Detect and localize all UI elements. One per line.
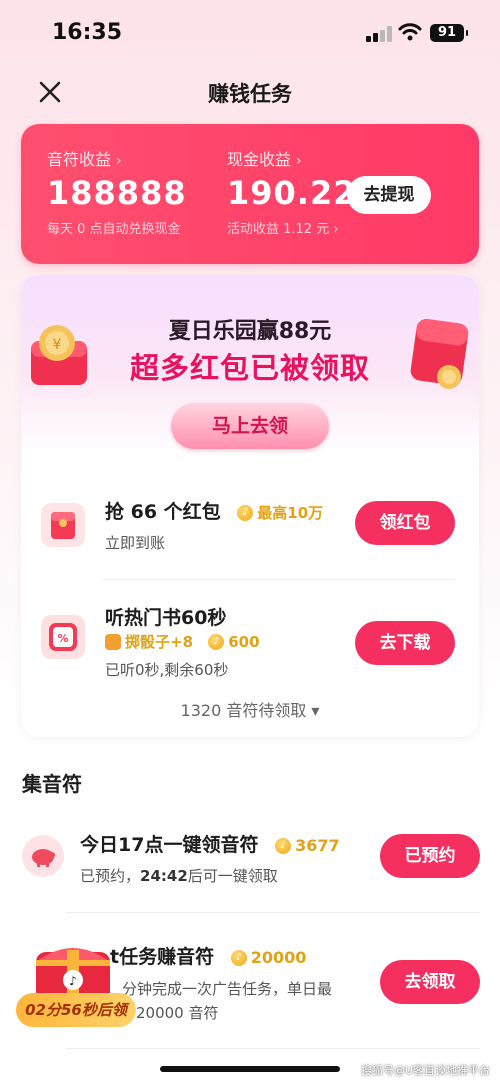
note-earnings-hint: 每天 0 点自动兑换现金 — [47, 222, 181, 237]
task-row: % 听热门书60秒 掷骰子+8 ♪ 600 已听0秒,剩余60秒 去下载 — [21, 585, 479, 695]
music-note-icon: ♪ — [230, 949, 247, 966]
book-app-icon: % — [41, 615, 85, 659]
list-item-subtitle: 分钟完成一次广告任务，单日最 — [122, 980, 333, 998]
divider — [66, 912, 480, 913]
note-earnings[interactable]: 音符收益 › 188888 每天 0 点自动兑换现金 — [47, 146, 187, 237]
earnings-card: 音符收益 › 188888 每天 0 点自动兑换现金 现金收益 › 190.22 活… — [21, 124, 479, 264]
note-earnings-label: 音符收益 — [47, 150, 112, 169]
pending-notes-toggle[interactable]: 1320 音符待领取 ▾ — [21, 697, 479, 721]
dice-icon — [105, 633, 121, 650]
clock: 16:35 — [52, 20, 123, 45]
promo-banner[interactable]: ¥ 夏日乐园赢88元 超多红包已被领取 马上去领 — [21, 275, 479, 455]
page-title: 赚钱任务 — [208, 82, 292, 106]
download-button[interactable]: 去下载 — [355, 621, 455, 665]
section-title: 集音符 — [22, 772, 82, 796]
red-packet-icon — [41, 503, 85, 547]
countdown-timer[interactable]: 02分56秒后领 — [16, 993, 136, 1027]
watermark: 搜狐号@U客直谈地推平台 — [360, 1064, 490, 1077]
cash-earnings-label: 现金收益 — [227, 150, 292, 169]
list-item-title: 今日17点一键领音符 ♪ 3677 — [80, 834, 340, 856]
list-item-subtitle: 已预约，24:42后可一键领取 — [80, 867, 278, 885]
reward-badge: ♪ 3677 — [275, 836, 340, 855]
task-title: 听热门书60秒 — [105, 607, 227, 629]
note-earnings-value: 188888 — [47, 174, 187, 212]
music-note-icon: ♪ — [208, 633, 225, 650]
cash-earnings[interactable]: 现金收益 › 190.22 活动收益 1.12 元 › — [227, 146, 356, 237]
music-note-icon: ♪ — [237, 504, 254, 521]
music-note-icon: ♪ — [275, 837, 292, 854]
list-item-title: t任务赚音符 ♪ 20000 — [110, 946, 307, 968]
svg-text:♪: ♪ — [69, 974, 77, 988]
svg-text:%: % — [57, 632, 68, 645]
signal-icon — [366, 26, 392, 42]
reward-badge: ♪ 最高10万 — [237, 502, 323, 523]
chevron-right-icon: › — [296, 153, 302, 169]
battery-icon: 91 — [430, 24, 468, 42]
red-envelope-icon — [410, 319, 469, 389]
claim-notes-button[interactable]: 去领取 — [380, 960, 480, 1004]
withdraw-button[interactable]: 去提现 — [347, 176, 431, 214]
nav-bar: 赚钱任务 — [0, 66, 500, 116]
reserved-button[interactable]: 已预约 — [380, 834, 480, 878]
cash-earnings-value: 190.22 — [227, 174, 357, 212]
task-subtitle: 立即到账 — [105, 534, 166, 552]
wifi-icon — [398, 23, 422, 41]
reward-badge: ♪ 20000 — [230, 948, 306, 967]
task-card: ¥ 夏日乐园赢88元 超多红包已被领取 马上去领 抢 66 个红包 ♪ 最高10万… — [21, 275, 479, 737]
list-item-subtitle-2: 20000 音符 — [136, 1004, 219, 1022]
task-title: 抢 66 个红包 ♪ 最高10万 — [105, 501, 324, 523]
task-row: 抢 66 个红包 ♪ 最高10万 立即到账 领红包 — [21, 475, 479, 575]
task-rewards: 掷骰子+8 ♪ 600 — [105, 631, 260, 652]
task-subtitle: 已听0秒,剩余60秒 — [105, 661, 229, 679]
divider — [66, 1048, 480, 1049]
status-bar: 16:35 91 — [0, 0, 500, 62]
piggy-bank-icon — [22, 835, 64, 877]
cash-earnings-hint[interactable]: 活动收益 1.12 元 › — [227, 218, 356, 237]
claim-red-packet-button[interactable]: 领红包 — [355, 501, 455, 545]
chevron-right-icon: › — [116, 153, 122, 169]
claim-now-button[interactable]: 马上去领 — [171, 403, 329, 449]
divider — [103, 579, 455, 580]
home-indicator — [160, 1066, 340, 1072]
